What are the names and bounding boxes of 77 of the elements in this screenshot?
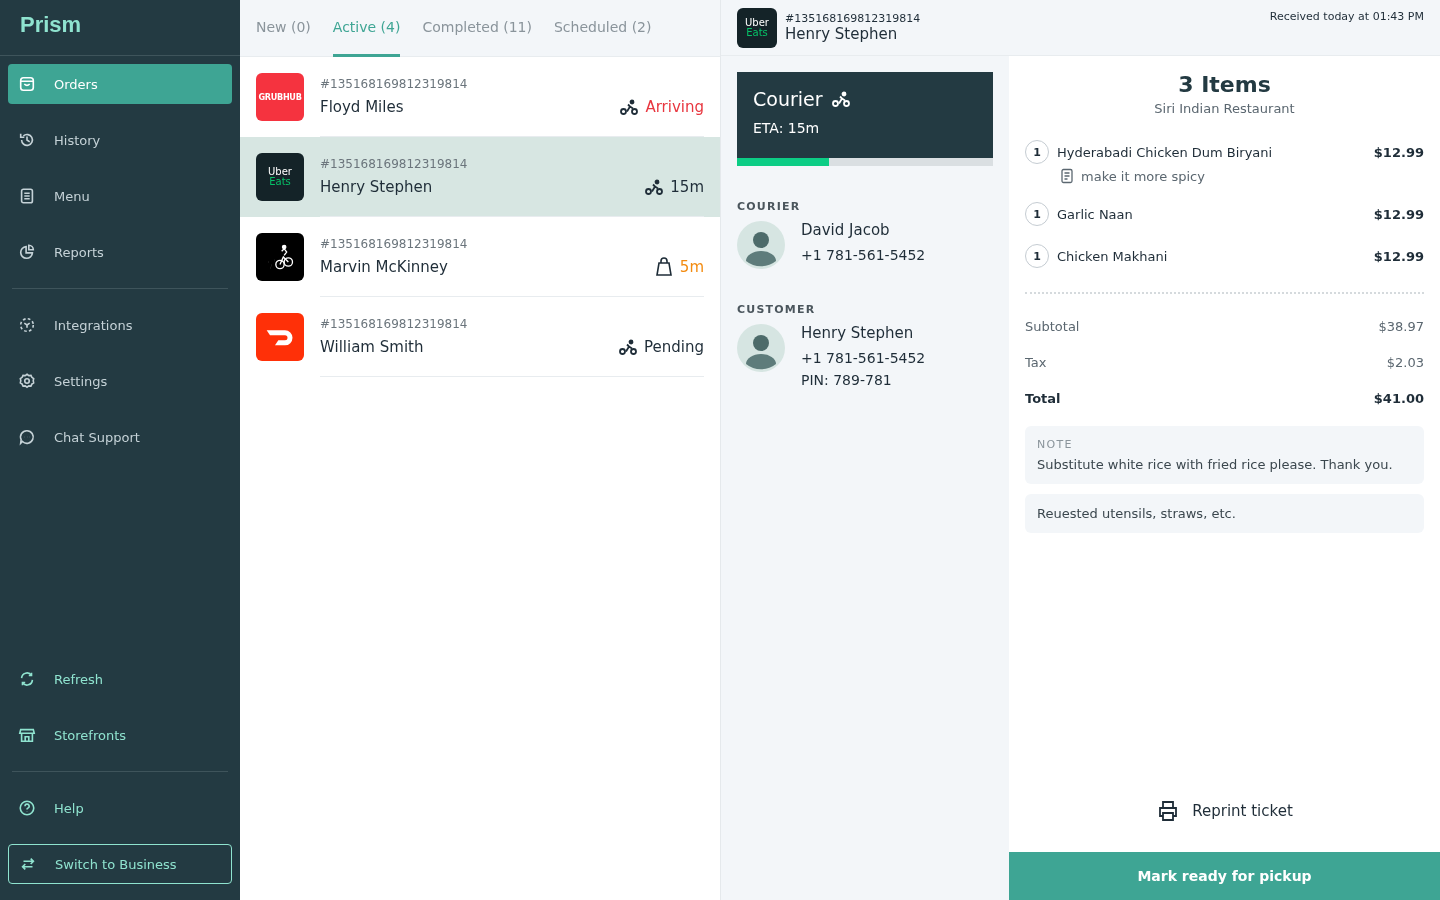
platform-logo: GRUBHUB — [256, 73, 304, 121]
nav-item[interactable]: Menu — [8, 176, 232, 216]
item-price: $12.99 — [1373, 248, 1424, 264]
total-value: $38.97 — [1378, 318, 1424, 334]
phone-number: +1 781-561-5452 — [801, 350, 926, 366]
total-value: $2.03 — [1386, 354, 1424, 370]
avatar-icon — [737, 324, 785, 372]
order-number: #135168169812319814 — [320, 316, 469, 331]
section-heading: COURIER — [737, 200, 802, 213]
customer-name: Henry Stephen — [320, 177, 433, 196]
total-label: Subtotal — [1025, 318, 1080, 334]
note-text: Substitute white rice with fried rice please. Thank you. — [1037, 457, 1394, 472]
customer-name: Marvin McKinney — [320, 257, 448, 276]
item-name: Garlic Naan — [1057, 206, 1134, 222]
order-row[interactable]: #135168169812319814 Marvin McKinney 5m — [240, 217, 720, 297]
nav-item[interactable]: Integrations — [8, 305, 232, 345]
customer-name: Henry Stephen — [785, 25, 899, 43]
nav-item[interactable]: Storefronts — [8, 715, 232, 755]
platform-logo — [256, 233, 304, 281]
total-value: $41.00 — [1373, 390, 1424, 406]
order-number: #135168169812319814 — [320, 156, 469, 171]
list-icon — [18, 187, 36, 205]
restaurant-name: Siri Indian Restaurant — [1153, 101, 1296, 116]
order-status: Arriving — [645, 97, 704, 116]
platform-logo — [256, 313, 304, 361]
chat-icon — [18, 428, 36, 446]
order-row[interactable]: #135168169812319814 William Smith Pending — [240, 297, 720, 377]
nav-item[interactable]: Refresh — [8, 659, 232, 699]
nav-item[interactable]: History — [8, 120, 232, 160]
bag-icon — [18, 75, 36, 93]
order-status: 15m — [670, 177, 704, 196]
courier-title: Courier — [753, 88, 823, 110]
nav-item[interactable]: Settings — [8, 361, 232, 401]
section-heading: CUSTOMER — [737, 303, 817, 316]
received-time: Received today at 01:43 PM — [1269, 10, 1424, 23]
item-name: Chicken Makhani — [1057, 248, 1169, 264]
eta-text: ETA: 15m — [753, 120, 821, 136]
bike-icon — [830, 89, 851, 109]
person-name: David Jacob — [801, 221, 891, 239]
request-note: Reuested utensils, straws, etc. — [1037, 506, 1237, 521]
items-count: 3 Items — [1177, 72, 1272, 97]
item-price: $12.99 — [1373, 144, 1424, 160]
order-number: #135168169812319814 — [320, 236, 469, 251]
order-status: 5m — [679, 257, 704, 276]
nav-item[interactable]: Help — [8, 788, 232, 828]
pin-code: PIN: 789-781 — [801, 372, 893, 388]
settings-icon — [18, 372, 36, 390]
total-label: Tax — [1025, 354, 1047, 370]
history-icon — [18, 131, 36, 149]
phone-number: +1 781-561-5452 — [801, 247, 926, 263]
help-icon — [18, 799, 36, 817]
pie-chart-icon — [18, 243, 36, 261]
nav-item[interactable]: Chat Support — [8, 417, 232, 457]
integrations-icon — [18, 316, 36, 334]
item-note: make it more spicy — [1081, 168, 1205, 184]
switch-business-button[interactable]: Switch to Business — [8, 844, 232, 884]
person-name: Henry Stephen — [801, 324, 915, 342]
total-label: Total — [1025, 390, 1061, 406]
note-icon — [1059, 168, 1075, 184]
avatar-icon — [737, 221, 785, 269]
customer-name: William Smith — [320, 337, 424, 356]
bag-icon — [653, 256, 674, 277]
order-row[interactable]: Uber Eats #135168169812319814 Henry Stephen 15m — [240, 137, 720, 217]
order-number: #135168169812319814 — [785, 12, 921, 25]
item-name: Hyderabadi Chicken Dum Biryani — [1057, 144, 1274, 160]
platform-logo: Uber Eats — [256, 153, 304, 201]
nav-item[interactable]: Reports — [8, 232, 232, 272]
refresh-icon — [18, 670, 36, 688]
customer-name: Floyd Miles — [320, 97, 404, 116]
order-number: #135168169812319814 — [320, 76, 469, 91]
platform-logo: Uber Eats — [737, 7, 777, 48]
note-heading: NOTE — [1037, 438, 1074, 451]
order-status: Pending — [644, 337, 704, 356]
reprint-ticket-button[interactable]: Reprint ticket — [1150, 798, 1299, 824]
storefront-icon — [18, 726, 36, 744]
item-price: $12.99 — [1373, 206, 1424, 222]
swap-arrows-icon — [19, 855, 37, 873]
